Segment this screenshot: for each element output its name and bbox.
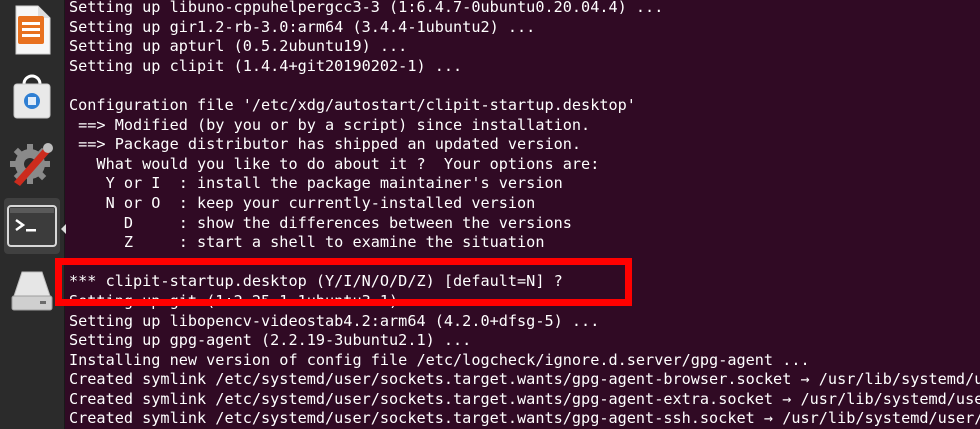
terminal-line: Configuration file '/etc/xdg/autostart/c… [69, 95, 636, 114]
terminal-line: D : show the differences between the ver… [69, 213, 572, 232]
libreoffice-impress-launcher[interactable] [4, 2, 60, 58]
launcher [0, 0, 66, 429]
terminal-line: ==> Modified (by you or by a script) sin… [69, 115, 591, 134]
system-settings-launcher[interactable] [4, 134, 60, 190]
terminal-line: Y or I : install the package maintainer'… [69, 174, 563, 193]
terminal-line: What would you like to do about it ? You… [69, 154, 600, 173]
removable-drive-icon [11, 271, 53, 311]
terminal-line: Setting up libopencv-videostab4.2:arm64 … [69, 311, 600, 330]
removable-drive-launcher[interactable] [4, 262, 60, 318]
terminal-window[interactable]: Setting up libuno-cppuhelpergcc3-3 (1:6.… [66, 0, 980, 429]
system-settings-icon [10, 143, 53, 186]
terminal-line: Setting up clipit (1.4.4+git20190202-1) … [69, 56, 463, 75]
terminal-line: Created symlink /etc/systemd/user/socket… [69, 409, 980, 428]
terminal-line: Created symlink /etc/systemd/user/socket… [69, 370, 980, 389]
terminal-line: N or O : keep your currently-installed v… [69, 193, 536, 212]
terminal-line: Setting up gpg-agent (2.2.19-3ubuntu2.1)… [69, 331, 472, 350]
software-store-launcher[interactable] [4, 68, 60, 124]
terminal-line: Z : start a shell to examine the situati… [69, 233, 545, 252]
terminal-line: ==> Package distributor has shipped an u… [69, 135, 582, 154]
terminal-line: Setting up apturl (0.5.2ubuntu19) ... [69, 37, 408, 56]
terminal-launcher[interactable] [4, 198, 60, 254]
terminal-prompt-line: *** clipit-startup.desktop (Y/I/N/O/D/Z)… [69, 272, 563, 291]
terminal-line: Setting up gir1.2-rb-3.0:arm64 (3.4.4-1u… [69, 17, 536, 36]
libreoffice-impress-icon [15, 5, 51, 55]
terminal-line: Created symlink /etc/systemd/user/socket… [69, 389, 980, 408]
terminal-line: Setting up git (1:2.25.1-1ubuntu3.1) ... [69, 291, 435, 310]
terminal-output: Setting up libuno-cppuhelpergcc3-3 (1:6.… [69, 0, 980, 429]
terminal-icon [7, 205, 57, 247]
software-store-icon [13, 74, 51, 119]
terminal-line: Setting up libuno-cppuhelpergcc3-3 (1:6.… [69, 0, 664, 16]
terminal-line: Installing new version of config file /e… [69, 350, 810, 369]
